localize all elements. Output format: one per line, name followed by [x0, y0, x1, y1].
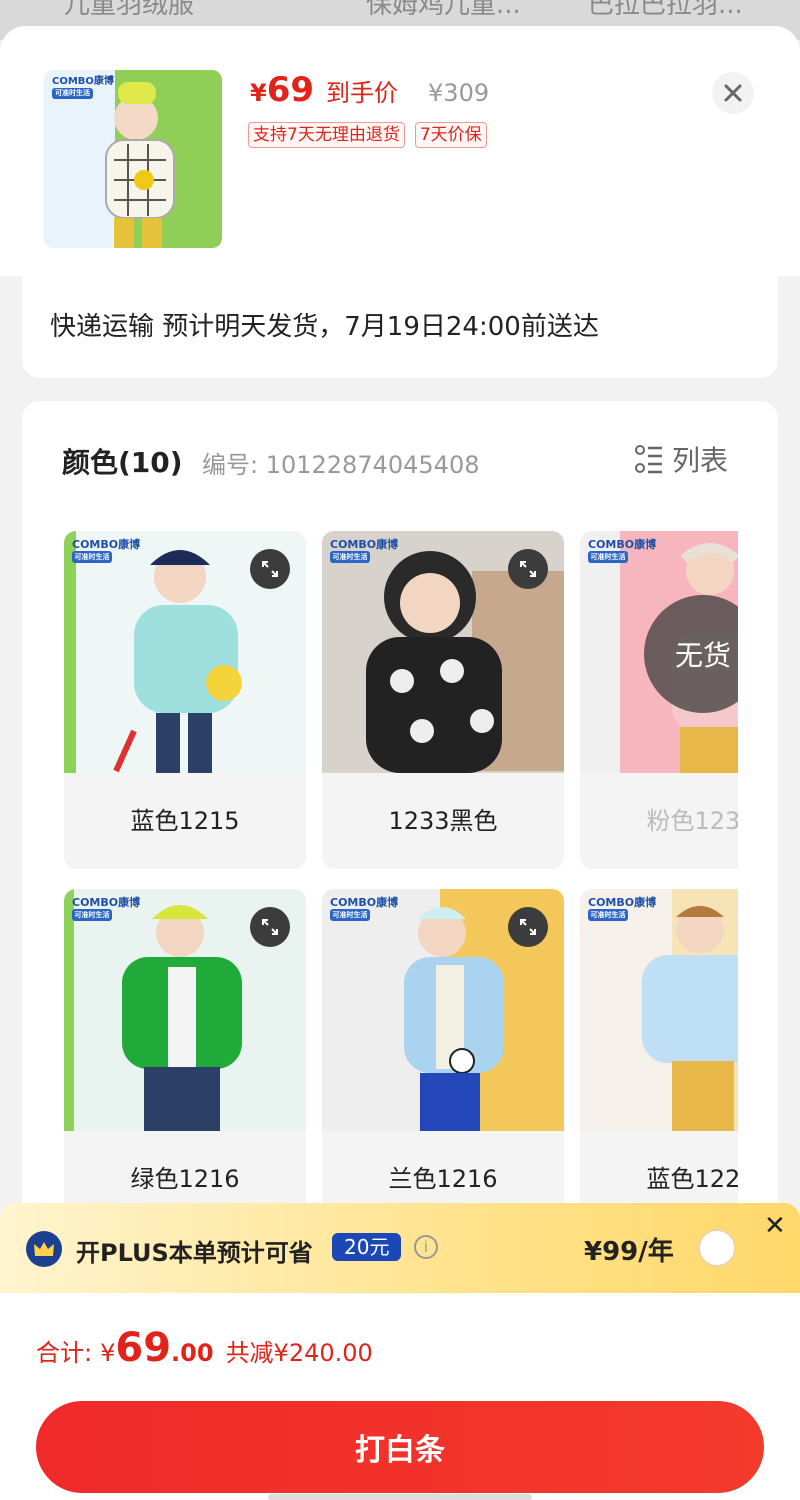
- total-yen: ¥: [100, 1339, 116, 1367]
- thumbnail-brand-logo: COMBO康博 可准时生活: [52, 76, 114, 99]
- brand-logo: COMBO康博 可准时生活: [330, 538, 399, 563]
- shipping-estimate: 快递运输 预计明天发货，7月19日24:00前送达: [50, 312, 599, 342]
- final-price: 69: [266, 70, 315, 110]
- total-amount: 69: [115, 1325, 172, 1371]
- expand-image-button[interactable]: [508, 549, 548, 589]
- total-discount: 共减¥240.00: [225, 1339, 373, 1367]
- shipping-card: 快递运输 预计明天发货，7月19日24:00前送达: [22, 276, 778, 378]
- plus-close-icon[interactable]: ✕: [764, 1211, 786, 1241]
- info-icon[interactable]: i: [414, 1235, 438, 1259]
- color-option-label: 粉色1233: [646, 807, 738, 835]
- sku-number: 编号: 10122874045408: [202, 451, 480, 479]
- list-view-button[interactable]: 列表: [634, 439, 728, 479]
- sku-selection-sheet: COMBO康博 可准时生活 ¥ 69 到手价 ¥309 支持7天无理由退货 7天…: [0, 26, 800, 1500]
- color-option-image: COMBO康博 可准时生活: [580, 889, 738, 1131]
- color-section-title: 颜色(10): [62, 446, 183, 479]
- expand-icon: [262, 561, 278, 577]
- checkout-footer: 合计: ¥ 69 .00 共减¥240.00 打白条: [0, 1293, 800, 1500]
- plus-select-radio[interactable]: [698, 1229, 736, 1267]
- plus-savings-badge: 20元: [332, 1233, 402, 1261]
- brand-logo: COMBO康博 可准时生活: [72, 538, 141, 563]
- home-indicator: [268, 1494, 532, 1500]
- expand-icon: [520, 919, 536, 935]
- close-button[interactable]: [712, 72, 754, 114]
- plus-promo-text: 开PLUS本单预计可省: [76, 1239, 313, 1267]
- color-selection-card: 颜色(10) 编号: 10122874045408 列表 COMBO康博 可准时…: [22, 401, 778, 1241]
- product-thumbnail[interactable]: COMBO康博 可准时生活: [44, 70, 222, 248]
- list-view-icon: [635, 445, 662, 474]
- color-option-black-1233[interactable]: COMBO康博 可准时生活 1233黑色: [322, 531, 564, 869]
- expand-icon: [520, 561, 536, 577]
- background-search-text: 儿童羽绒服: [64, 0, 195, 20]
- color-option-blue-1215[interactable]: COMBO康博 可准时生活 蓝色1215: [64, 531, 306, 869]
- expand-image-button[interactable]: [250, 907, 290, 947]
- brand-logo: COMBO康博 可准时生活: [72, 896, 141, 921]
- color-option-pink-1233[interactable]: COMBO康博可准时生活 无货 粉色1233: [580, 531, 738, 869]
- crown-icon: [26, 1231, 62, 1267]
- original-price: ¥309: [428, 79, 490, 107]
- expand-image-button[interactable]: [508, 907, 548, 947]
- price-yen: ¥: [250, 79, 267, 107]
- plus-membership-bar[interactable]: 开PLUS本单预计可省 20元 i ¥99/年 ✕: [0, 1203, 800, 1293]
- price-row: ¥ 69 到手价 ¥309: [250, 70, 489, 120]
- color-option-blue-1223[interactable]: COMBO康博可准时生活 蓝色1223: [580, 889, 738, 1227]
- baitiao-pay-button[interactable]: 打白条: [36, 1401, 764, 1493]
- color-option-label: 1233黑色: [388, 807, 498, 835]
- color-option-green-1216[interactable]: COMBO康博 可准时生活 绿色1216: [64, 889, 306, 1227]
- expand-icon: [262, 919, 278, 935]
- total-decimals: .00: [171, 1339, 214, 1367]
- final-price-label: 到手价: [326, 79, 399, 107]
- product-header: COMBO康博 可准时生活 ¥ 69 到手价 ¥309 支持7天无理由退货 7天…: [0, 26, 800, 276]
- total-summary: 合计: ¥ 69 .00 共减¥240.00: [36, 1325, 373, 1371]
- brand-logo: COMBO康博 可准时生活: [588, 896, 657, 921]
- close-icon: [724, 84, 742, 102]
- color-option-label: 蓝色1215: [130, 807, 240, 835]
- plus-annual-price: ¥99/年: [584, 1237, 674, 1267]
- color-option-blue-1216[interactable]: COMBO康博 可准时生活 兰色1216: [322, 889, 564, 1227]
- expand-image-button[interactable]: [250, 549, 290, 589]
- background-tab-1: 保姆鸡儿童...: [366, 0, 521, 20]
- list-view-label: 列表: [672, 444, 729, 477]
- brand-logo: COMBO康博 可准时生活: [588, 538, 657, 563]
- service-chips: 支持7天无理由退货 7天价保: [248, 122, 487, 148]
- brand-logo: COMBO康博 可准时生活: [330, 896, 399, 921]
- return-policy-chip: 支持7天无理由退货: [248, 122, 405, 148]
- background-tab-2: 巴拉巴拉羽...: [588, 0, 743, 20]
- color-options-grid: COMBO康博 可准时生活 蓝色1215 COMBO康博 可准时生活 1233黑…: [64, 531, 738, 1231]
- price-protection-chip: 7天价保: [414, 122, 487, 148]
- total-label: 合计:: [36, 1339, 93, 1367]
